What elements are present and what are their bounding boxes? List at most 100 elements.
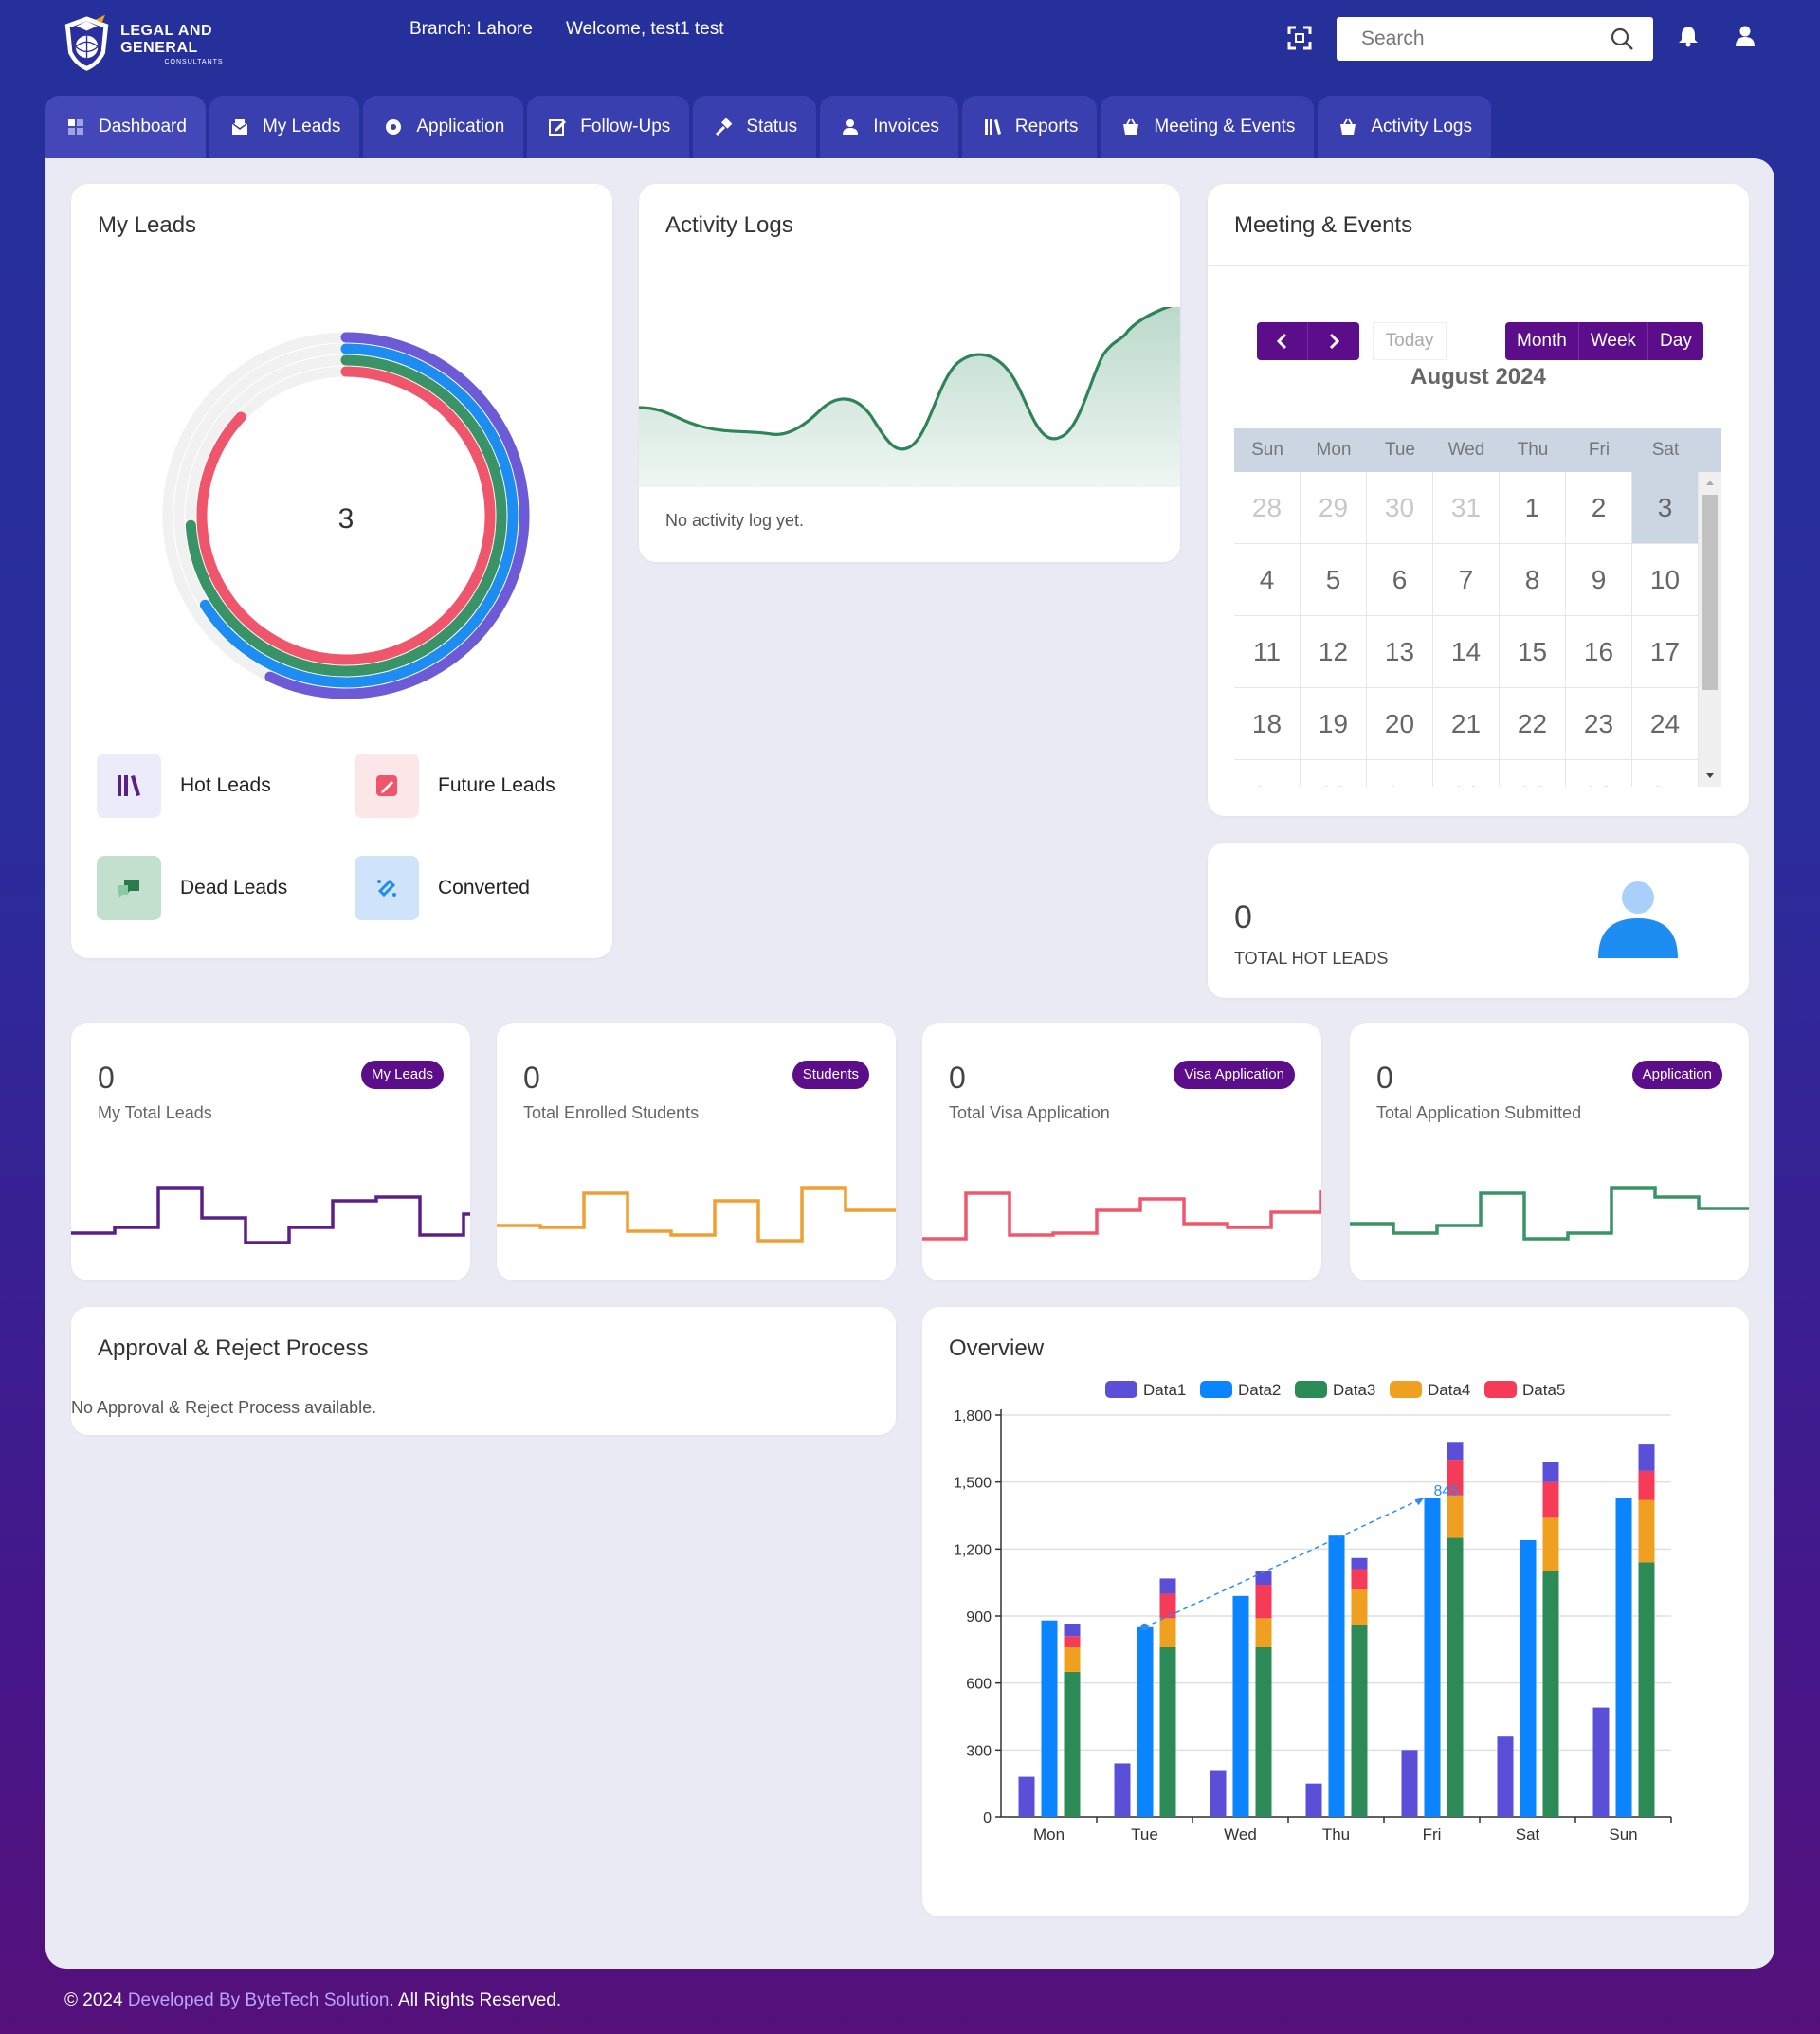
envelope-icon <box>231 119 248 135</box>
tab-activity-logs[interactable]: Activity Logs <box>1318 96 1491 158</box>
calendar-day-cell[interactable]: 31 <box>1632 760 1699 787</box>
weekday-label: Mon <box>1316 440 1352 460</box>
legend-future-leads[interactable]: Future Leads <box>355 754 555 818</box>
tab-status[interactable]: Status <box>693 96 817 158</box>
card-title: Meeting & Events <box>1234 212 1413 238</box>
calendar-day-cell[interactable]: 3 <box>1632 472 1699 543</box>
calendar-day-cell[interactable]: 19 <box>1301 688 1367 759</box>
week-view-button[interactable]: Week <box>1577 322 1648 360</box>
calendar-scrollbar[interactable] <box>1699 472 1721 787</box>
stat-badge[interactable]: Students <box>792 1061 869 1089</box>
calendar-day-cell[interactable]: 21 <box>1433 688 1500 759</box>
tab-my-leads[interactable]: My Leads <box>209 96 360 158</box>
calendar-day-cell[interactable]: 15 <box>1500 616 1566 687</box>
calendar-day-cell[interactable]: 25 <box>1234 760 1301 787</box>
next-month-button[interactable] <box>1308 322 1359 360</box>
chevron-left-icon <box>1276 333 1286 350</box>
calendar-body: 28 29 30 31 1 2 3 4 5 6 7 8 9 10 11 12 13 14 15 16 17 18 19 20 2… <box>1234 472 1699 787</box>
month-view-button[interactable]: Month <box>1505 322 1578 360</box>
calendar-day-cell[interactable]: 13 <box>1367 616 1433 687</box>
tab-label: Status <box>746 117 798 136</box>
logo[interactable]: LEGAL AND GENERAL CONSULTANTS <box>59 8 267 80</box>
calendar-day-cell[interactable]: 24 <box>1632 688 1699 759</box>
scroll-down-icon[interactable] <box>1699 766 1721 785</box>
bar-stack-data4 <box>1159 1618 1176 1647</box>
scroll-up-icon[interactable] <box>1699 474 1721 493</box>
calendar-day-cell[interactable]: 20 <box>1367 688 1433 759</box>
tab-label: My Leads <box>262 117 341 136</box>
legend-swatch <box>1390 1381 1422 1398</box>
calendar-day-cell[interactable]: 16 <box>1566 616 1632 687</box>
calendar-day-cell[interactable]: 29 <box>1301 472 1367 543</box>
calendar-day-cell[interactable]: 27 <box>1367 760 1433 787</box>
calendar-day-cell[interactable]: 11 <box>1234 616 1301 687</box>
stat-badge[interactable]: My Leads <box>360 1061 444 1089</box>
calendar-day-cell[interactable]: 9 <box>1566 544 1632 615</box>
calendar-day-cell[interactable]: 22 <box>1500 688 1566 759</box>
tab-follow-ups[interactable]: Follow-Ups <box>527 96 690 158</box>
tab-label: Follow-Ups <box>580 117 671 136</box>
calendar-day-cell[interactable]: 23 <box>1566 688 1632 759</box>
search-icon[interactable] <box>1610 27 1634 51</box>
stat-badge[interactable]: Visa Application <box>1174 1061 1295 1089</box>
bar-data2 <box>1137 1626 1154 1817</box>
tab-application[interactable]: Application <box>363 96 524 158</box>
tab-reports[interactable]: Reports <box>961 96 1098 158</box>
calendar-day-cell[interactable]: 12 <box>1301 616 1367 687</box>
user-icon[interactable] <box>1733 24 1757 48</box>
legend-label: Future Leads <box>438 774 555 796</box>
calendar-week-row: 25262728293031 <box>1234 760 1699 787</box>
bell-icon[interactable] <box>1676 24 1701 48</box>
books-icon <box>118 775 140 796</box>
calendar-day-cell[interactable]: 30 <box>1566 760 1632 787</box>
calendar-day-cell[interactable]: 30 <box>1367 472 1433 543</box>
calendar-week-row: 18 19 20 21 22 23 24 <box>1234 688 1699 760</box>
prev-month-button[interactable] <box>1257 322 1308 360</box>
fullscreen-icon[interactable] <box>1287 26 1312 50</box>
calendar-day-cell[interactable]: 7 <box>1433 544 1500 615</box>
search-input[interactable] <box>1337 17 1592 61</box>
tab-meeting-events[interactable]: Meeting & Events <box>1101 96 1315 158</box>
calendar-day-cell[interactable]: 14 <box>1433 616 1500 687</box>
calendar-day-cell[interactable]: 28 <box>1234 472 1301 543</box>
legend-label: Dead Leads <box>180 877 288 899</box>
bar-stack-top <box>1447 1442 1464 1461</box>
stat-badge[interactable]: Application <box>1631 1061 1722 1089</box>
bar-stack-top <box>1351 1557 1368 1570</box>
calendar-day-cell[interactable]: 31 <box>1433 472 1500 543</box>
calendar-day-cell[interactable]: 6 <box>1367 544 1433 615</box>
calendar-day-cell[interactable]: 18 <box>1234 688 1301 759</box>
calendar-day-cell[interactable]: 1 <box>1500 472 1566 543</box>
calendar-day-cell[interactable]: 5 <box>1301 544 1367 615</box>
calendar-day-cell[interactable]: 4 <box>1234 544 1301 615</box>
bar-data1 <box>1401 1750 1418 1817</box>
day-view-button[interactable]: Day <box>1647 322 1703 360</box>
bar-stack-data5 <box>1255 1585 1272 1619</box>
today-button[interactable]: Today <box>1373 322 1447 360</box>
footer-suffix: . All Rights Reserved. <box>389 1990 562 2010</box>
tab-dashboard[interactable]: Dashboard <box>46 96 206 158</box>
scroll-thumb[interactable] <box>1702 495 1718 690</box>
logo-subtitle: CONSULTANTS <box>164 58 224 65</box>
weekday-label: Sat <box>1651 440 1680 460</box>
calendar-day-cell[interactable]: 28 <box>1433 760 1500 787</box>
bar-stack-data3 <box>1159 1646 1176 1817</box>
legend-hot-leads[interactable]: Hot Leads <box>97 754 271 818</box>
grid-icon <box>68 119 83 135</box>
calendar-week-row: 4 5 6 7 8 9 10 <box>1234 544 1699 616</box>
calendar-day-cell[interactable]: 26 <box>1301 760 1367 787</box>
legend-dead-leads[interactable]: Dead Leads <box>97 856 287 920</box>
calendar-day-cell[interactable]: 17 <box>1632 616 1699 687</box>
calendar-day-cell[interactable]: 29 <box>1500 760 1566 787</box>
calendar-day-cell[interactable]: 2 <box>1566 472 1632 543</box>
tab-invoices[interactable]: Invoices <box>820 96 958 158</box>
footer-link[interactable]: Developed By ByteTech Solution <box>128 1990 390 2010</box>
bar-data1 <box>1210 1770 1227 1817</box>
bar-stack-data3 <box>1447 1537 1464 1817</box>
footer-prefix: © 2024 <box>64 1990 128 2010</box>
legend-converted[interactable]: Converted <box>355 856 530 920</box>
stat-value: 0 <box>1376 1061 1393 1095</box>
calendar-day-cell[interactable]: 10 <box>1632 544 1699 615</box>
calendar-day-cell[interactable]: 8 <box>1500 544 1566 615</box>
stat-value: 0 <box>98 1061 115 1095</box>
